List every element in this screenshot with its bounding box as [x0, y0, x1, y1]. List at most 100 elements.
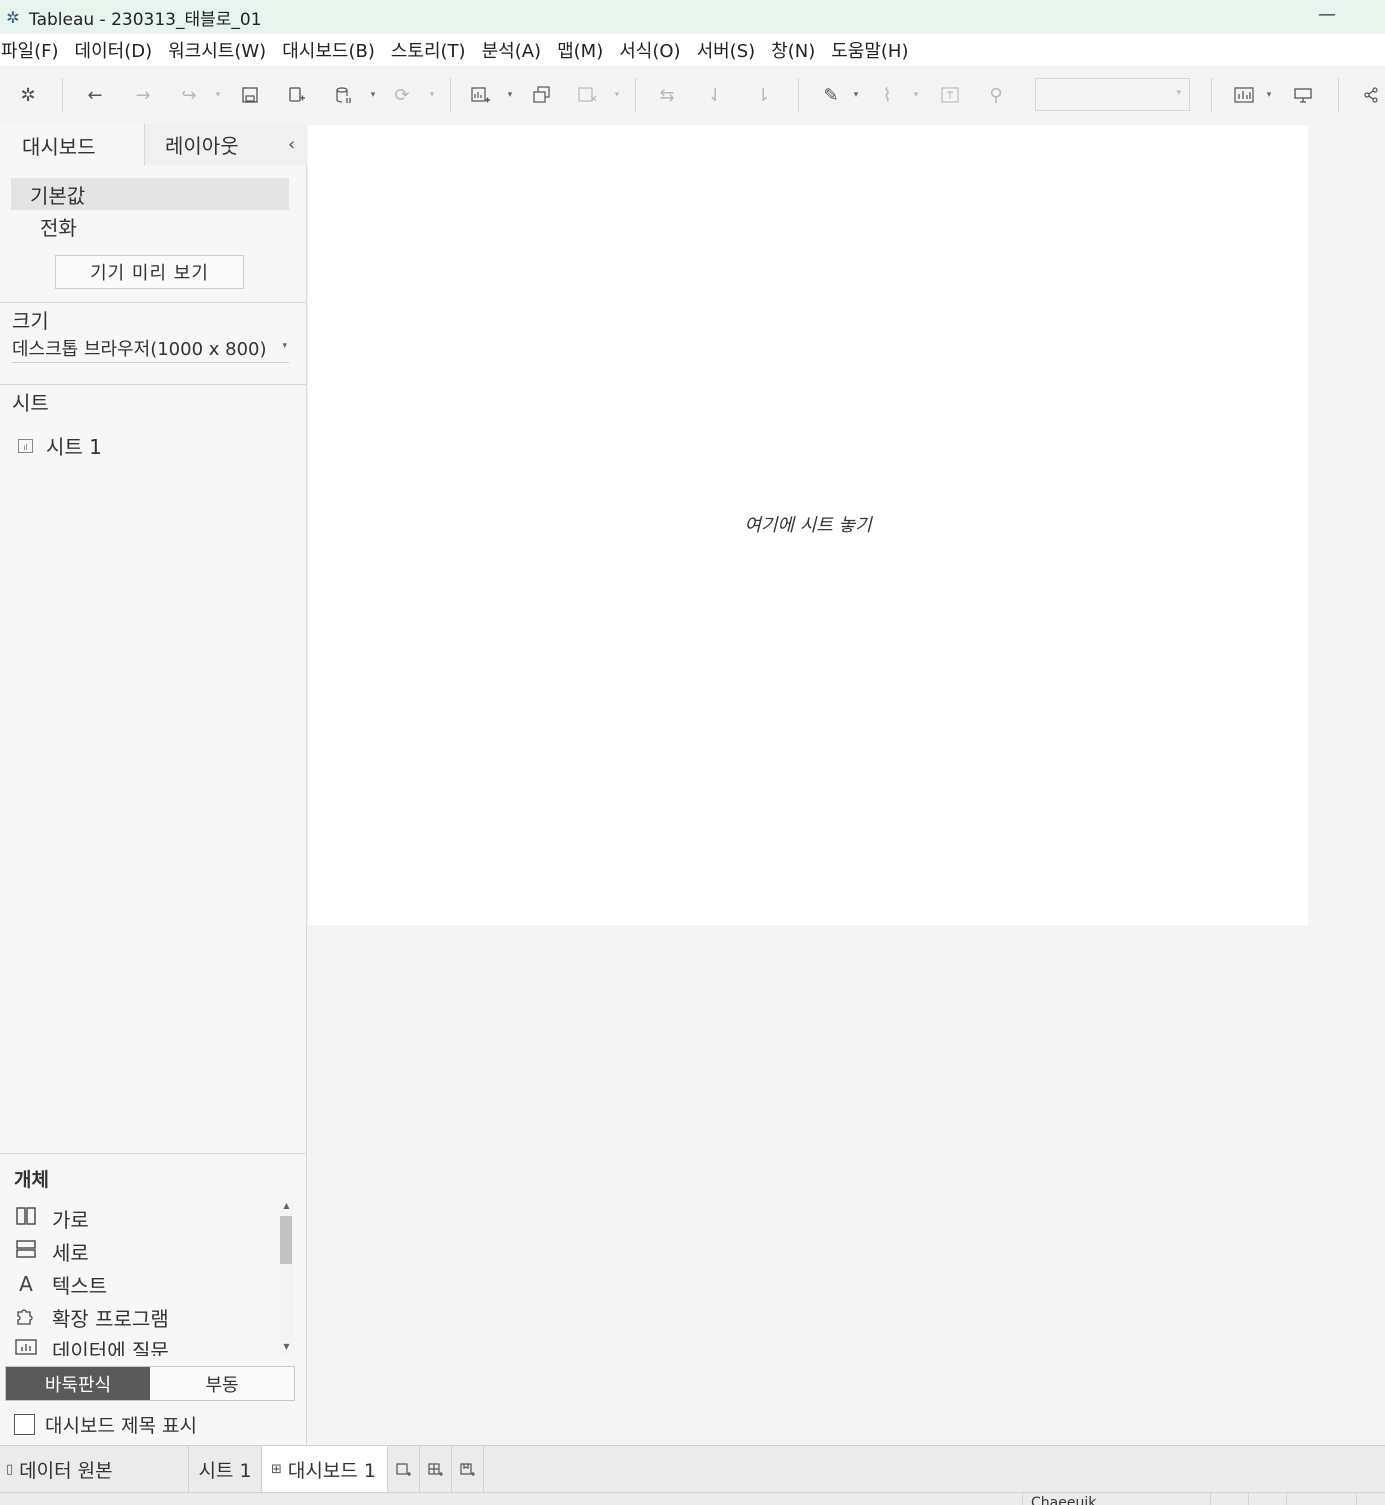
- menu-format[interactable]: 서식(O): [611, 37, 688, 63]
- clear-dropdown-icon[interactable]: ▾: [612, 86, 622, 104]
- show-dashboard-title-checkbox[interactable]: 대시보드 제목 표시: [14, 1411, 197, 1438]
- tab-dashboard-1[interactable]: ⊞ 대시보드 1: [262, 1446, 388, 1493]
- highlight-dropdown-icon[interactable]: ▾: [851, 86, 861, 104]
- menu-file[interactable]: 파일(F): [0, 37, 67, 63]
- collapse-panel-icon[interactable]: ‹: [288, 134, 295, 155]
- device-phone[interactable]: 전화: [40, 212, 77, 241]
- object-horizontal[interactable]: 가로: [14, 1204, 89, 1232]
- chevron-down-icon: ▾: [282, 341, 287, 351]
- tab-layout[interactable]: 레이아웃: [145, 124, 307, 165]
- share-icon[interactable]: [1358, 82, 1384, 108]
- status-divider: [1248, 1493, 1249, 1505]
- tab-label: 데이터 원본: [19, 1460, 113, 1482]
- menu-server[interactable]: 서버(S): [689, 37, 764, 63]
- dashboard-side-panel: 대시보드 레이아웃 ‹ 기본값 전화 기기 미리 보기 크기 데스크톱 브라우저…: [0, 124, 307, 1445]
- pause-dropdown-icon[interactable]: ▾: [368, 86, 378, 104]
- swap-rows-columns-icon[interactable]: ⇆: [654, 82, 680, 108]
- scroll-up-icon[interactable]: ▲: [279, 1201, 294, 1213]
- menu-help[interactable]: 도움말(H): [823, 37, 916, 63]
- group-dropdown-icon[interactable]: ▾: [911, 86, 921, 104]
- toolbar-separator: [635, 78, 636, 112]
- toolbar: ✲ ← → ↪ ▾ ▾ ⟳ ▾ ▾ ▾ ⇆ ⇃ ⇂ ✎ ▾ ⌇ ▾ ⚲ ▾ ▾: [0, 66, 1385, 124]
- fix-axes-pin-icon[interactable]: ⚲: [983, 82, 1009, 108]
- undo-arrow-icon[interactable]: ←: [82, 82, 108, 108]
- duplicate-sheet-icon[interactable]: [529, 82, 555, 108]
- toolbar-separator: [1211, 78, 1212, 112]
- new-worksheet-dropdown-icon[interactable]: ▾: [505, 86, 515, 104]
- new-dashboard-tab-icon[interactable]: [420, 1446, 452, 1493]
- object-vertical[interactable]: 세로: [14, 1237, 89, 1265]
- signed-in-user[interactable]: Chaeeuik: [1022, 1493, 1210, 1505]
- scroll-thumb[interactable]: [280, 1216, 292, 1264]
- new-worksheet-tab-icon[interactable]: [388, 1446, 420, 1493]
- worksheet-icon: ıl: [18, 438, 33, 453]
- menu-window[interactable]: 창(N): [763, 37, 823, 63]
- toolbar-separator: [1338, 78, 1339, 112]
- highlight-pen-icon[interactable]: ✎: [818, 82, 844, 108]
- new-worksheet-icon[interactable]: [468, 82, 494, 108]
- replay-icon[interactable]: ↪: [176, 82, 202, 108]
- menu-data[interactable]: 데이터(D): [67, 37, 161, 63]
- refresh-dropdown-icon[interactable]: ▾: [427, 86, 437, 104]
- tab-dashboard[interactable]: 대시보드: [0, 124, 145, 166]
- device-default[interactable]: 기본값: [11, 178, 289, 210]
- status-divider: [1210, 1493, 1211, 1505]
- tab-data-source[interactable]: ▯ 데이터 원본: [0, 1446, 189, 1493]
- side-panel-tabs: 대시보드 레이아웃 ‹: [0, 124, 307, 166]
- minimize-button[interactable]: —: [1317, 4, 1337, 28]
- tab-sheet-1[interactable]: 시트 1: [189, 1446, 262, 1493]
- show-labels-icon[interactable]: [937, 82, 963, 108]
- tab-label: 대시보드 1: [287, 1460, 376, 1482]
- objects-scrollbar[interactable]: ▲ ▼: [279, 1201, 294, 1354]
- extension-icon: [14, 1305, 38, 1330]
- save-icon[interactable]: [237, 82, 263, 108]
- vertical-container-icon: [14, 1239, 38, 1263]
- tab-label: 시트 1: [198, 1460, 252, 1482]
- menu-bar: 파일(F) 데이터(D) 워크시트(W) 대시보드(B) 스토리(T) 분석(A…: [0, 34, 1385, 66]
- floating-button[interactable]: 부동: [150, 1367, 294, 1400]
- title-bar: ✲ Tableau - 230313_태블로_01 —: [0, 0, 1385, 34]
- tableau-logo-icon: ✲: [6, 7, 20, 27]
- pause-data-icon[interactable]: [331, 82, 357, 108]
- tiled-button[interactable]: 바둑판식: [6, 1367, 150, 1400]
- replay-dropdown-icon[interactable]: ▾: [213, 86, 223, 104]
- sheet-tab-bar: ▯ 데이터 원본 시트 1 ⊞ 대시보드 1: [0, 1445, 1385, 1493]
- show-me-icon[interactable]: [1231, 82, 1257, 108]
- menu-analysis[interactable]: 분석(A): [474, 37, 549, 63]
- refresh-icon[interactable]: ⟳: [389, 82, 415, 108]
- object-label: 세로: [52, 1240, 89, 1265]
- clear-sheet-icon[interactable]: [575, 82, 601, 108]
- sort-descending-icon[interactable]: ⇂: [750, 82, 776, 108]
- toolbar-separator: [62, 78, 63, 112]
- checkbox-box[interactable]: [14, 1414, 35, 1435]
- sheet-list-item[interactable]: ıl 시트 1: [18, 431, 102, 460]
- group-paperclip-icon[interactable]: ⌇: [874, 82, 900, 108]
- show-me-dropdown-icon[interactable]: ▾: [1264, 86, 1274, 104]
- menu-story[interactable]: 스토리(T): [383, 37, 474, 63]
- sort-ascending-icon[interactable]: ⇃: [702, 82, 728, 108]
- tableau-home-icon[interactable]: ✲: [15, 82, 41, 108]
- chevron-down-icon: ▾: [1176, 88, 1181, 98]
- sheets-label: 시트: [12, 391, 49, 415]
- menu-worksheet[interactable]: 워크시트(W): [160, 37, 274, 63]
- object-ask-data[interactable]: 데이터에 질문: [14, 1335, 169, 1356]
- menu-dashboard[interactable]: 대시보드(B): [274, 37, 383, 63]
- menu-map[interactable]: 맵(M): [549, 37, 611, 63]
- checkbox-label: 대시보드 제목 표시: [45, 1415, 197, 1437]
- drop-sheet-hint: 여기에 시트 놓기: [744, 515, 872, 536]
- object-extension[interactable]: 확장 프로그램: [14, 1303, 169, 1331]
- presentation-mode-icon[interactable]: [1290, 82, 1316, 108]
- size-dropdown[interactable]: 데스크톱 브라우저(1000 x 800) ▾: [12, 335, 289, 363]
- redo-arrow-icon[interactable]: →: [130, 82, 156, 108]
- new-data-source-icon[interactable]: [284, 82, 310, 108]
- toolbar-separator: [798, 78, 799, 112]
- new-story-tab-icon[interactable]: [452, 1446, 484, 1493]
- horizontal-container-icon: [14, 1206, 38, 1230]
- object-text[interactable]: A 텍스트: [14, 1270, 107, 1298]
- dashboard-canvas[interactable]: 여기에 시트 놓기: [308, 125, 1308, 925]
- sheet-name: 시트 1: [46, 435, 102, 459]
- fit-dropdown[interactable]: ▾: [1035, 78, 1190, 111]
- section-divider: [0, 384, 307, 385]
- device-preview-button[interactable]: 기기 미리 보기: [55, 255, 244, 289]
- scroll-down-icon[interactable]: ▼: [279, 1342, 294, 1354]
